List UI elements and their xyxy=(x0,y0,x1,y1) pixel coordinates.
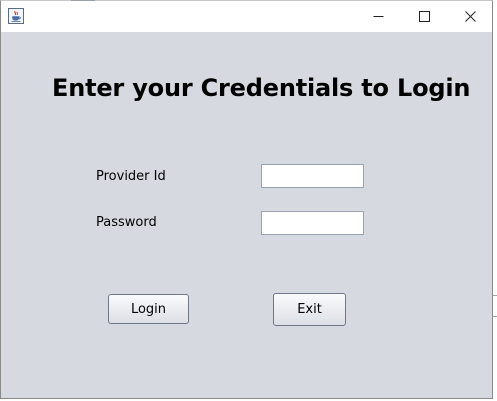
form-panel: Enter your Credentials to Login Provider… xyxy=(1,32,492,398)
background-window-edge xyxy=(71,0,95,1)
maximize-button[interactable] xyxy=(401,1,447,32)
background-window-edge xyxy=(493,295,497,296)
close-button[interactable] xyxy=(447,1,493,32)
exit-button[interactable]: Exit xyxy=(273,293,346,326)
login-window: Enter your Credentials to Login Provider… xyxy=(0,0,493,399)
minimize-button[interactable] xyxy=(355,1,401,32)
maximize-icon xyxy=(418,11,430,22)
java-coffee-cup-icon[interactable] xyxy=(8,8,24,24)
close-icon xyxy=(464,11,476,22)
login-button[interactable]: Login xyxy=(108,294,189,324)
background-window-edge xyxy=(493,316,497,317)
minimize-icon xyxy=(373,16,383,17)
provider-id-label: Provider Id xyxy=(96,169,166,184)
title-bar[interactable] xyxy=(1,1,492,32)
provider-id-input[interactable] xyxy=(261,164,364,188)
page-title: Enter your Credentials to Login xyxy=(52,74,471,102)
password-label: Password xyxy=(96,215,157,230)
password-input[interactable] xyxy=(261,211,364,235)
